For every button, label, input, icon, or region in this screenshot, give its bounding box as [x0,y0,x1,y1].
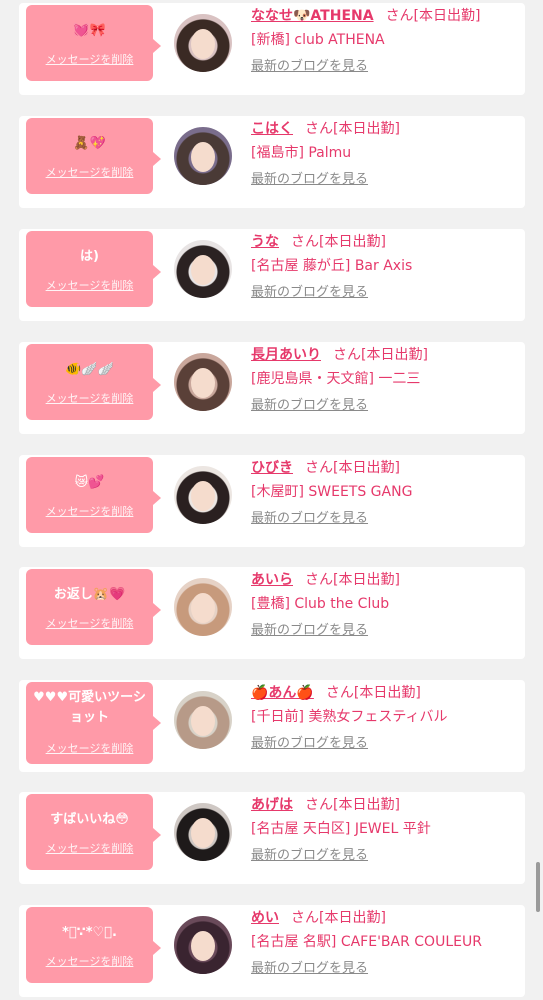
profile-info: めい さん[本日出勤] [名古屋 名駅] CAFE'BAR COULEUR 最新の… [251,907,521,979]
profile-info: ななせ🐶ATHENA さん[本日出勤] [新橋] club ATHENA 最新のブ… [251,5,521,77]
shop-label: [豊橋] Club the Club [251,596,390,612]
girl-name-link[interactable]: 🍎あん🍎 [251,685,314,701]
message-bubble: お返し🐹💗 メッセージを削除 [26,569,161,645]
status-label: さん[本日出勤] [385,8,481,24]
message-bubble: すばいいね😳 メッセージを削除 [26,794,161,870]
status-label: さん[本日出勤] [291,910,386,926]
latest-blog-link[interactable]: 最新のブログを見る [251,509,521,529]
profile-info: こはく さん[本日出勤] [福島市] Palmu 最新のブログを見る [251,118,521,190]
latest-blog-link[interactable]: 最新のブログを見る [251,621,521,641]
scrollbar[interactable] [536,862,540,912]
status-label: さん[本日出勤] [333,347,428,363]
girl-name-link[interactable]: 長月あいり [251,347,321,363]
shop-label: [鹿児島県・天文館] 一二三 [251,371,421,387]
message-card: *ﾟ∵*♡ﾟ. メッセージを削除 めい さん[本日出勤] [名古屋 名駅] CAF… [19,905,525,997]
message-text: ♥♥♥可愛いツーショット [33,690,146,725]
message-bubble: 🧸💖 メッセージを削除 [26,118,161,194]
message-card: 😿💕 メッセージを削除 ひびき さん[本日出勤] [木屋町] SWEETS GAN… [19,455,525,547]
shop-label: [名古屋 天白区] JEWEL 平針 [251,821,431,837]
latest-blog-link[interactable]: 最新のブログを見る [251,57,521,77]
latest-blog-link[interactable]: 最新のブログを見る [251,959,521,979]
message-card: ♥♥♥可愛いツーショット メッセージを削除 🍎あん🍎 さん[本日出勤] [千日前]… [19,680,525,772]
latest-blog-link[interactable]: 最新のブログを見る [251,846,521,866]
profile-info: 🍎あん🍎 さん[本日出勤] [千日前] 美熟女フェスティバル 最新のブログを見る [251,682,521,754]
status-label: さん[本日出勤] [305,121,400,137]
avatar[interactable] [174,803,232,861]
profile-info: ひびき さん[本日出勤] [木屋町] SWEETS GANG 最新のブログを見る [251,457,521,529]
girl-name-link[interactable]: こはく [251,121,293,137]
girl-name-link[interactable]: あげは [251,797,293,813]
delete-message-link[interactable]: メッセージを削除 [26,840,153,856]
status-label: さん[本日出勤] [325,685,421,701]
message-text: お返し🐹💗 [53,587,126,602]
delete-message-link[interactable]: メッセージを削除 [26,277,153,293]
message-bubble: は) メッセージを削除 [26,231,161,307]
avatar[interactable] [174,240,232,298]
message-bubble: *ﾟ∵*♡ﾟ. メッセージを削除 [26,907,161,983]
message-text: すばいいね😳 [50,812,129,827]
girl-name-link[interactable]: うな [251,234,279,250]
message-text: *ﾟ∵*♡ﾟ. [62,925,117,940]
message-bubble: 😿💕 メッセージを削除 [26,457,161,533]
status-label: さん[本日出勤] [305,572,400,588]
shop-label: [名古屋 名駅] CAFE'BAR COULEUR [251,934,482,950]
profile-info: あげは さん[本日出勤] [名古屋 天白区] JEWEL 平針 最新のブログを見る [251,794,521,866]
latest-blog-link[interactable]: 最新のブログを見る [251,396,521,416]
message-card: すばいいね😳 メッセージを削除 あげは さん[本日出勤] [名古屋 天白区] JE… [19,792,525,884]
latest-blog-link[interactable]: 最新のブログを見る [251,170,521,190]
message-bubble: ♥♥♥可愛いツーショット メッセージを削除 [26,682,161,764]
profile-info: うな さん[本日出勤] [名古屋 藤が丘] Bar Axis 最新のブログを見る [251,231,521,303]
avatar[interactable] [174,466,232,524]
avatar[interactable] [174,691,232,749]
girl-name-link[interactable]: めい [251,910,279,926]
status-label: さん[本日出勤] [291,234,386,250]
message-text: は) [80,249,99,264]
status-label: さん[本日出勤] [305,797,400,813]
shop-label: [名古屋 藤が丘] Bar Axis [251,258,413,274]
girl-name-link[interactable]: ななせ🐶ATHENA [251,8,374,24]
delete-message-link[interactable]: メッセージを削除 [26,953,153,969]
avatar[interactable] [174,578,232,636]
girl-name-link[interactable]: ひびき [251,460,293,476]
delete-message-link[interactable]: メッセージを削除 [26,164,153,180]
message-bubble: 💓🎀 メッセージを削除 [26,5,161,81]
message-text: 🧸💖 [73,136,106,151]
profile-info: あいら さん[本日出勤] [豊橋] Club the Club 最新のブログを見る [251,569,521,641]
shop-label: [福島市] Palmu [251,145,352,161]
latest-blog-link[interactable]: 最新のブログを見る [251,283,521,303]
message-card: お返し🐹💗 メッセージを削除 あいら さん[本日出勤] [豊橋] Club the… [19,567,525,659]
message-card: は) メッセージを削除 うな さん[本日出勤] [名古屋 藤が丘] Bar Axi… [19,229,525,321]
message-card: 🧸💖 メッセージを削除 こはく さん[本日出勤] [福島市] Palmu 最新のブ… [19,116,525,208]
avatar[interactable] [174,916,232,974]
message-bubble: 🐠🪽🪽 メッセージを削除 [26,344,161,420]
message-text: 🐠🪽🪽 [65,362,114,377]
avatar[interactable] [174,127,232,185]
delete-message-link[interactable]: メッセージを削除 [26,51,153,67]
message-list: 💓🎀 メッセージを削除 ななせ🐶ATHENA さん[本日出勤] [新橋] club… [0,0,543,1000]
avatar[interactable] [174,14,232,72]
delete-message-link[interactable]: メッセージを削除 [26,503,153,519]
avatar[interactable] [174,353,232,411]
message-card: 💓🎀 メッセージを削除 ななせ🐶ATHENA さん[本日出勤] [新橋] club… [19,3,525,95]
delete-message-link[interactable]: メッセージを削除 [26,390,153,406]
girl-name-link[interactable]: あいら [251,572,293,588]
shop-label: [千日前] 美熟女フェスティバル [251,709,448,725]
shop-label: [新橋] club ATHENA [251,32,385,48]
shop-label: [木屋町] SWEETS GANG [251,484,413,500]
message-text: 😿💕 [74,475,105,490]
message-card: 🐠🪽🪽 メッセージを削除 長月あいり さん[本日出勤] [鹿児島県・天文館] 一二… [19,342,525,434]
delete-message-link[interactable]: メッセージを削除 [26,740,153,756]
profile-info: 長月あいり さん[本日出勤] [鹿児島県・天文館] 一二三 最新のブログを見る [251,344,521,416]
status-label: さん[本日出勤] [305,460,400,476]
delete-message-link[interactable]: メッセージを削除 [26,615,153,631]
latest-blog-link[interactable]: 最新のブログを見る [251,734,521,754]
message-text: 💓🎀 [73,23,106,38]
